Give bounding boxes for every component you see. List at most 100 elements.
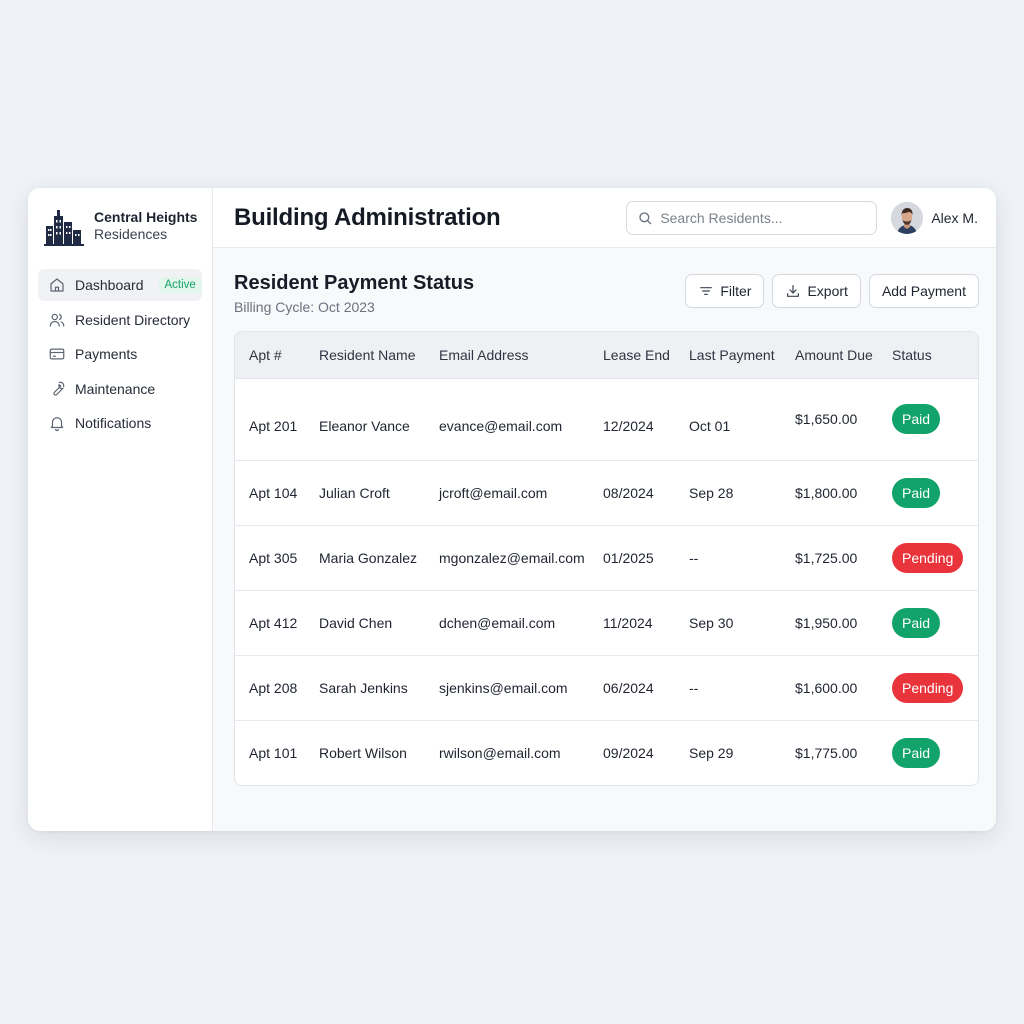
- cell-apt: Apt 104: [249, 484, 298, 501]
- cell-lease-end: 12/2024: [603, 418, 654, 434]
- table-row[interactable]: Apt 104 Julian Croft jcroft@email.com 08…: [235, 460, 978, 525]
- sidebar-item-label: Dashboard: [75, 277, 144, 293]
- table-row[interactable]: Apt 412 David Chen dchen@email.com 11/20…: [235, 590, 978, 655]
- cell-amount-due: $1,650.00: [795, 411, 858, 427]
- billing-cycle: Billing Cycle: Oct 2023: [234, 299, 375, 315]
- cell-status: Paid: [892, 590, 978, 655]
- sidebar-item-label: Notifications: [75, 415, 152, 431]
- table-row[interactable]: Apt 305 Maria Gonzalez mgonzalez@email.c…: [235, 525, 978, 590]
- cell-email[interactable]: mgonzalez@email.com: [439, 525, 603, 590]
- export-label: Export: [807, 283, 848, 299]
- cell-lease-end: 09/2024: [603, 744, 654, 761]
- page-title: Building Administration: [234, 203, 501, 231]
- top-bar: Building Administration Alex M.: [213, 188, 996, 248]
- cell-last-payment: Oct 01: [689, 418, 731, 434]
- sidebar-nav: Dashboard Active Resident Directory Paym…: [38, 269, 202, 439]
- cell-amount-due: $1,775.00: [795, 744, 858, 761]
- status-badge: Pending: [892, 542, 964, 573]
- sidebar-item-payments[interactable]: Payments: [38, 338, 202, 370]
- sidebar-item-label: Payments: [75, 346, 138, 362]
- sidebar-item-dashboard[interactable]: Dashboard Active: [38, 269, 202, 301]
- table-row[interactable]: Apt 208 Sarah Jenkins sjenkins@email.com…: [235, 655, 978, 720]
- home-icon: [48, 276, 66, 294]
- cell-status: Paid: [892, 460, 978, 525]
- cell-name: Eleanor Vance: [319, 418, 410, 434]
- search-input[interactable]: [660, 209, 867, 226]
- add-payment-label: Add Payment: [881, 283, 966, 299]
- avatar[interactable]: [891, 201, 924, 234]
- table-header-row: Apt # Resident Name Email Address Lease …: [235, 332, 978, 378]
- cell-name: Robert Wilson: [319, 744, 407, 761]
- cell-status: Paid: [892, 720, 978, 785]
- section-title: Resident Payment Status: [234, 272, 475, 294]
- sidebar-item-maintenance[interactable]: Maintenance: [38, 373, 202, 405]
- filter-label: Filter: [720, 283, 752, 299]
- cell-email[interactable]: rwilson@email.com: [439, 720, 603, 785]
- filter-button[interactable]: Filter: [685, 274, 765, 308]
- cell-apt: Apt 412: [249, 614, 298, 631]
- cell-amount-due: $1,725.00: [795, 549, 858, 566]
- city-buildings-logo: [44, 210, 84, 246]
- cell-last-payment: Sep 30: [689, 614, 734, 631]
- download-icon: [787, 285, 800, 297]
- main-panel: Building Administration Alex M.: [213, 188, 996, 831]
- credit-card-icon: [48, 345, 66, 363]
- column-header-amount-due[interactable]: Amount Due: [795, 332, 892, 378]
- cell-name: David Chen: [319, 614, 393, 631]
- search-icon: [639, 211, 652, 224]
- brand-subtitle: Residences: [94, 226, 168, 242]
- status-badge: Paid: [892, 737, 941, 768]
- column-header-email[interactable]: Email Address: [439, 332, 603, 378]
- export-button[interactable]: Export: [772, 274, 861, 308]
- cell-amount-due: $1,950.00: [795, 614, 858, 631]
- cell-lease-end: 06/2024: [603, 679, 654, 696]
- column-header-lease-end[interactable]: Lease End: [603, 332, 689, 378]
- cell-name: Maria Gonzalez: [319, 549, 418, 566]
- cell-apt: Apt 305: [249, 549, 298, 566]
- cell-lease-end: 01/2025: [603, 549, 654, 566]
- sidebar: Central Heights Residences Dashboard Act…: [28, 188, 213, 831]
- table-row[interactable]: Apt 101 Robert Wilson rwilson@email.com …: [235, 720, 978, 785]
- filter-icon: [700, 287, 713, 295]
- sidebar-item-notifications[interactable]: Notifications: [38, 407, 202, 439]
- section-header: Resident Payment Status Billing Cycle: O…: [234, 272, 979, 315]
- wrench-icon: [48, 380, 66, 398]
- column-header-last-payment[interactable]: Last Payment: [689, 332, 795, 378]
- cell-last-payment: --: [689, 549, 699, 566]
- table-actions: Filter Export Add Payment: [685, 274, 979, 308]
- add-payment-button[interactable]: Add Payment: [868, 274, 979, 308]
- users-icon: [48, 311, 66, 329]
- column-header-apt[interactable]: Apt #: [235, 332, 319, 378]
- bell-icon: [48, 414, 66, 432]
- sidebar-item-label: Maintenance: [75, 380, 156, 397]
- brand[interactable]: Central Heights Residences: [38, 188, 202, 264]
- content-area: Resident Payment Status Billing Cycle: O…: [213, 248, 996, 786]
- cell-email[interactable]: jcroft@email.com: [439, 460, 603, 525]
- status-badge: Pending: [892, 672, 964, 703]
- cell-email[interactable]: dchen@email.com: [439, 590, 603, 655]
- column-header-status[interactable]: Status: [892, 332, 978, 378]
- search-box[interactable]: [626, 200, 878, 235]
- cell-email[interactable]: sjenkins@email.com: [439, 655, 603, 720]
- sidebar-item-resident-directory[interactable]: Resident Directory: [38, 304, 202, 336]
- cell-name: Sarah Jenkins: [319, 679, 408, 696]
- cell-email[interactable]: evance@email.com: [439, 378, 603, 460]
- user-name: Alex M.: [931, 209, 978, 226]
- sidebar-item-label: Resident Directory: [75, 311, 191, 328]
- cell-apt: Apt 201: [249, 418, 298, 434]
- table-row[interactable]: Apt 201 Eleanor Vance evance@email.com 1…: [235, 378, 978, 460]
- cell-apt: Apt 101: [249, 744, 298, 761]
- cell-name: Julian Croft: [319, 484, 390, 501]
- cell-last-payment: Sep 29: [689, 744, 734, 761]
- cell-last-payment: --: [689, 679, 699, 696]
- cell-last-payment: Sep 28: [689, 484, 734, 501]
- brand-text: Central Heights Residences: [94, 209, 197, 243]
- payments-table-card: Apt # Resident Name Email Address Lease …: [234, 331, 979, 786]
- status-badge: Paid: [892, 477, 941, 508]
- column-header-resident-name[interactable]: Resident Name: [319, 332, 439, 378]
- user-menu[interactable]: Alex M.: [891, 201, 978, 234]
- status-badge: Paid: [892, 607, 941, 638]
- cell-apt: Apt 208: [249, 679, 298, 696]
- cell-amount-due: $1,600.00: [795, 679, 858, 696]
- app-window: Central Heights Residences Dashboard Act…: [28, 188, 996, 831]
